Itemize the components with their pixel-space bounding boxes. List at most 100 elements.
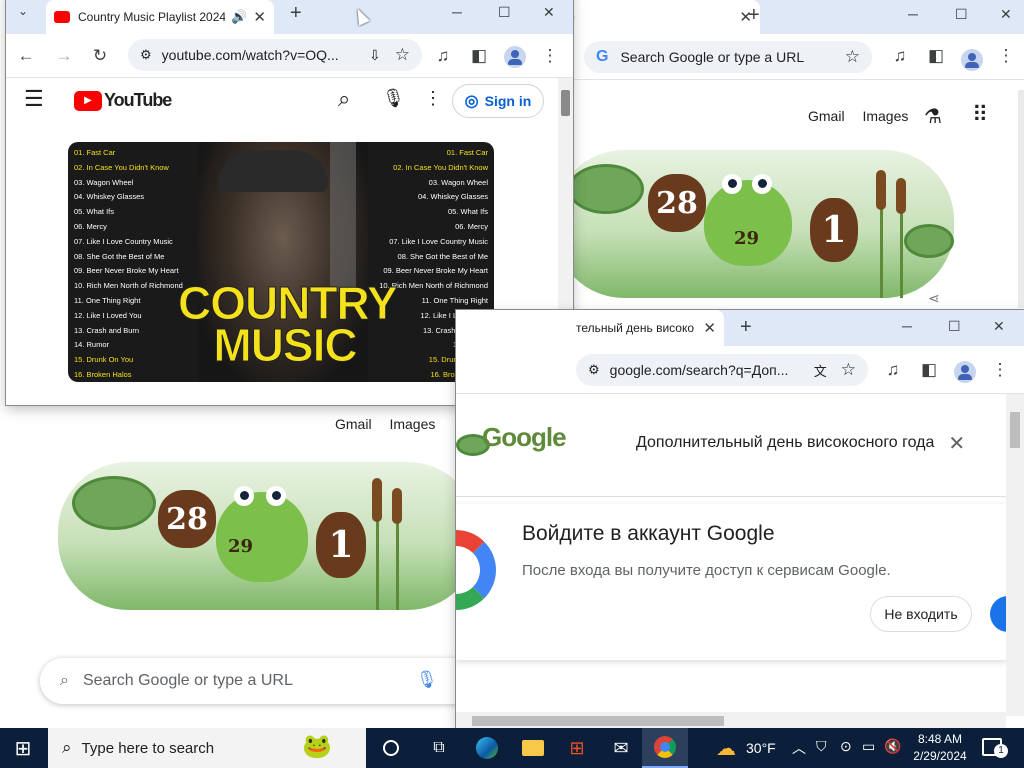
more-options-icon[interactable]: ⋮ (424, 88, 442, 109)
profile-avatar[interactable] (504, 46, 526, 68)
profile-avatar[interactable] (961, 49, 983, 71)
tab-google-search[interactable]: тельный день високо ✕ (456, 310, 724, 346)
query-text: Дополнительный день високосного года (636, 434, 935, 451)
more-menu-icon[interactable]: ⋮ (994, 44, 1018, 68)
scrollbar-thumb[interactable] (1010, 412, 1020, 448)
reload-icon[interactable]: ↻ (88, 44, 112, 68)
close-window-icon[interactable]: ✕ (543, 4, 555, 21)
edge-button[interactable] (464, 728, 510, 768)
sign-in-button[interactable]: ◎ Sign in (452, 84, 544, 118)
leap-day-doodle-lower[interactable]: 28 29 1 (58, 462, 478, 610)
start-button[interactable]: ⊞ (0, 728, 46, 768)
audio-playing-icon[interactable]: 🔊 (231, 9, 247, 25)
chrome-button[interactable] (642, 728, 688, 768)
share-icon[interactable]: ⋖ (928, 290, 940, 307)
network-icon[interactable]: ▭ (862, 738, 875, 755)
file-explorer-button[interactable] (510, 728, 556, 768)
new-tab-icon[interactable]: + (748, 4, 760, 27)
translate-icon[interactable]: 文 (814, 361, 827, 380)
gmail-link[interactable]: Gmail (808, 108, 845, 124)
side-panel-icon[interactable]: ◧ (924, 44, 948, 68)
voice-search-icon[interactable]: 🎙 (416, 670, 438, 690)
apps-grid-icon[interactable]: ⠿ (972, 102, 988, 128)
minimize-icon[interactable]: ─ (908, 6, 918, 22)
leap-day-doodle[interactable]: 28 29 1 (554, 150, 954, 298)
bookmark-star-icon[interactable]: ☆ (845, 47, 860, 67)
close-window-icon[interactable]: ✕ (1000, 6, 1012, 23)
maximize-icon[interactable]: ☐ (498, 4, 511, 21)
google-g-icon: G (596, 48, 609, 65)
cortana-button[interactable] (368, 728, 414, 768)
gmail-link[interactable]: Gmail (335, 416, 372, 432)
search-icon[interactable]: ⌕ (338, 86, 350, 112)
tab-youtube[interactable]: Country Music Playlist 2024 🔊 ✕ (46, 0, 274, 34)
search-query-box[interactable]: Дополнительный день високосного года ✕ (614, 412, 994, 474)
title-line-2: MUSIC (213, 319, 358, 371)
horizontal-scrollbar[interactable] (456, 712, 1006, 728)
meet-now-icon[interactable]: ⊙ (840, 738, 852, 755)
task-view-button[interactable]: ⧉ (416, 728, 462, 768)
new-tab-icon[interactable]: + (740, 316, 752, 339)
media-control-icon[interactable]: ♫ (888, 44, 912, 68)
maximize-icon[interactable]: ☐ (955, 6, 968, 23)
new-tab-icon[interactable]: + (290, 2, 302, 25)
omnibox[interactable]: ⚙ google.com/search?q=Доп... 文 ☆ (576, 354, 868, 386)
tab-search-icon[interactable]: ⌄ (18, 4, 28, 18)
video-thumbnail[interactable]: 01. Fast Car 02. In Case You Didn't Know 0… (68, 142, 494, 382)
mail-button[interactable]: ✉ (598, 728, 644, 768)
images-link[interactable]: Images (389, 416, 435, 432)
install-app-icon[interactable]: ⇩ (369, 47, 381, 64)
clock[interactable]: 8:48 AM 2/29/2024 (908, 731, 972, 765)
media-control-icon[interactable]: ♫ (881, 358, 905, 382)
taskbar-search-box[interactable]: ⌕ Type here to search 🐸 (48, 728, 366, 768)
header-divider (456, 496, 1006, 497)
media-control-icon[interactable]: ♫ (431, 44, 455, 68)
action-center-button[interactable]: 1 (982, 738, 1008, 758)
google-header-links: Gmail Images (808, 108, 908, 124)
microphone-icon[interactable]: 🎙 (382, 88, 405, 109)
site-info-icon[interactable]: ⚙ (140, 47, 152, 63)
weather-icon[interactable]: ☁ (716, 736, 736, 761)
omnibox[interactable]: G Search Google or type a URL ☆ (584, 41, 872, 73)
store-button[interactable]: ⊞ (554, 728, 600, 768)
decline-button[interactable]: Не входить (870, 596, 972, 632)
scrollbar-thumb[interactable] (472, 716, 724, 726)
youtube-logo[interactable]: ▶ YouTube (74, 90, 172, 111)
minimize-icon[interactable]: ─ (902, 318, 912, 334)
new-tab-search-box[interactable]: ⌕ Search Google or type a URL 🎙 (40, 658, 480, 704)
tab-google-new-tab[interactable]: b ✕ (560, 0, 760, 34)
more-menu-icon[interactable]: ⋮ (988, 358, 1012, 382)
weather-text[interactable]: 30°F (746, 740, 776, 756)
more-menu-icon[interactable]: ⋮ (538, 44, 562, 68)
forward-icon[interactable]: → (52, 44, 76, 68)
tab-title: Country Music Playlist 2024 (78, 10, 226, 24)
close-icon[interactable]: ✕ (703, 319, 716, 337)
close-icon[interactable]: ✕ (253, 8, 266, 26)
omnibox[interactable]: ⚙ youtube.com/watch?v=OQ... ⇩ ☆ (128, 39, 422, 71)
bookmark-star-icon[interactable]: ☆ (841, 360, 856, 380)
profile-avatar[interactable] (954, 361, 976, 383)
clear-query-icon[interactable]: ✕ (948, 431, 965, 456)
site-info-icon[interactable]: ⚙ (588, 362, 600, 378)
security-shield-icon[interactable]: ⛉ (816, 738, 827, 755)
vertical-scrollbar[interactable] (1006, 394, 1024, 716)
volume-muted-icon[interactable]: 🔇 (884, 738, 901, 755)
close-window-icon[interactable]: ✕ (993, 318, 1005, 335)
show-hidden-icons-icon[interactable]: ︿ (792, 738, 806, 758)
store-icon: ⊞ (569, 737, 585, 758)
minimize-icon[interactable]: ─ (452, 4, 462, 20)
images-link[interactable]: Images (862, 108, 908, 124)
labs-flask-icon[interactable]: ⚗ (924, 104, 942, 129)
back-icon[interactable]: ← (14, 44, 38, 68)
side-panel-icon[interactable]: ◧ (917, 358, 941, 382)
side-panel-icon[interactable]: ◧ (467, 44, 491, 68)
leap-day-logo[interactable]: Google (456, 412, 576, 458)
maximize-icon[interactable]: ☐ (948, 318, 961, 335)
menu-hamburger-icon[interactable]: ☰ (24, 86, 44, 112)
lily-pad-left (568, 164, 644, 214)
stone-28: 28 (648, 174, 706, 232)
frog: 29 (704, 174, 792, 266)
scrollbar-thumb[interactable] (561, 90, 570, 116)
bookmark-star-icon[interactable]: ☆ (395, 45, 410, 65)
windows-logo-icon: ⊞ (14, 737, 32, 760)
